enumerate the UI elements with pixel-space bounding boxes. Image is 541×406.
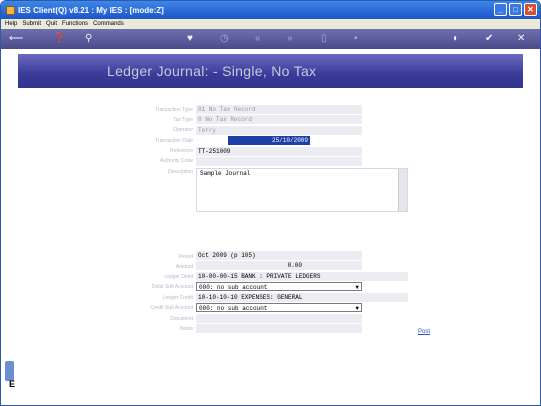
clock-icon[interactable]: ◷: [220, 32, 229, 46]
debit-sub-account-select[interactable]: 000: no sub account ▼: [196, 282, 362, 291]
label-authority-code: Authority Code: [159, 158, 193, 164]
label-debit-sub-account: Debit Sub Account: [151, 284, 193, 290]
description-scrollbar[interactable]: [398, 169, 407, 211]
paste-icon[interactable]: ▯: [321, 32, 327, 46]
credit-sub-account-value: 000: no sub account: [199, 305, 268, 312]
authority-code-field[interactable]: [196, 157, 362, 166]
label-reference: Reference: [169, 148, 193, 154]
label-document: Document: [170, 316, 193, 322]
menu-bar: Help Submit Quit Functions Commands: [1, 19, 540, 29]
document-field[interactable]: [196, 314, 362, 323]
debit-sub-account-value: 000: no sub account: [199, 284, 268, 291]
transaction-date-field[interactable]: 25/10/2009: [228, 136, 310, 145]
label-amount: Amount: [175, 264, 193, 270]
label-description: Description: [167, 169, 193, 175]
close-window-button[interactable]: ✕: [524, 3, 537, 16]
maximize-button[interactable]: □: [509, 3, 522, 16]
toolbar: ⟵ ❓ ⚲ ♥ ◷ « » ▯ ▪ ◐ ✔ ✕: [1, 29, 540, 49]
label-tax-type: Tax Type: [173, 117, 193, 123]
label-ledger-credit: Ledger Credit: [162, 295, 193, 301]
title-bar: IES Client(Q) v8.21 : My IES : [mode:Z] …: [1, 1, 540, 19]
tax-type-field[interactable]: 0 No Tax Record: [196, 115, 362, 124]
label-ledger-debit: Ledger Debit: [164, 274, 193, 280]
rewind-icon[interactable]: «: [255, 32, 261, 46]
minimize-button[interactable]: _: [494, 3, 507, 16]
label-period: Period: [178, 254, 193, 260]
page-title: Ledger Journal: - Single, No Tax: [107, 63, 317, 79]
back-arrow-icon[interactable]: ⟵: [9, 32, 23, 46]
app-icon: [6, 5, 15, 15]
app-window: IES Client(Q) v8.21 : My IES : [mode:Z] …: [0, 0, 541, 406]
menu-submit[interactable]: Submit: [22, 21, 41, 27]
chevron-down-icon: ▼: [355, 305, 359, 312]
transaction-type-field[interactable]: 01 No Tax Record: [196, 105, 362, 114]
page-banner: Ledger Journal: - Single, No Tax: [18, 54, 523, 88]
amount-field[interactable]: 0.00: [196, 261, 362, 270]
description-text: Sample Journal: [200, 170, 251, 177]
label-operator: Operator: [173, 127, 193, 133]
period-field[interactable]: Oct 2009 (p 105): [196, 251, 362, 260]
credit-sub-account-select[interactable]: 000: no sub account ▼: [196, 303, 362, 312]
operator-field[interactable]: Terry: [196, 126, 362, 135]
menu-commands[interactable]: Commands: [93, 21, 124, 27]
post-link[interactable]: Post: [418, 329, 430, 335]
label-notes: Notes: [179, 326, 193, 332]
globe-icon[interactable]: ◐: [453, 32, 459, 46]
search-icon[interactable]: ⚲: [85, 32, 92, 46]
ledger-debit-field[interactable]: 10-00-00-15 BANK : PRIVATE LEDGERS: [196, 272, 408, 281]
menu-help[interactable]: Help: [5, 21, 17, 27]
menu-functions[interactable]: Functions: [62, 21, 88, 27]
label-credit-sub-account: Credit Sub Account: [150, 305, 193, 311]
notes-field[interactable]: [196, 324, 362, 333]
description-textarea[interactable]: Sample Journal: [196, 168, 408, 212]
chevron-down-icon: ▼: [355, 284, 359, 291]
menu-quit[interactable]: Quit: [46, 21, 57, 27]
label-transaction-date: Transaction Date: [155, 138, 193, 144]
check-icon[interactable]: ✔: [485, 32, 493, 46]
window-title: IES Client(Q) v8.21 : My IES : [mode:Z]: [18, 5, 164, 15]
side-label: E: [9, 379, 16, 389]
label-transaction-type: Transaction Type: [154, 107, 193, 113]
reference-field[interactable]: TT-251009: [196, 147, 362, 156]
side-panel-tab[interactable]: [5, 361, 14, 381]
content-area: Ledger Journal: - Single, No Tax Transac…: [1, 49, 540, 405]
heart-icon[interactable]: ♥: [187, 32, 193, 46]
info-icon[interactable]: ❓: [53, 32, 65, 46]
save-icon[interactable]: ▪: [354, 32, 358, 46]
fast-forward-icon[interactable]: »: [287, 32, 293, 46]
ledger-credit-field[interactable]: 10-10-10-10 EXPENSES: GENERAL: [196, 293, 408, 302]
close-icon[interactable]: ✕: [517, 32, 525, 46]
